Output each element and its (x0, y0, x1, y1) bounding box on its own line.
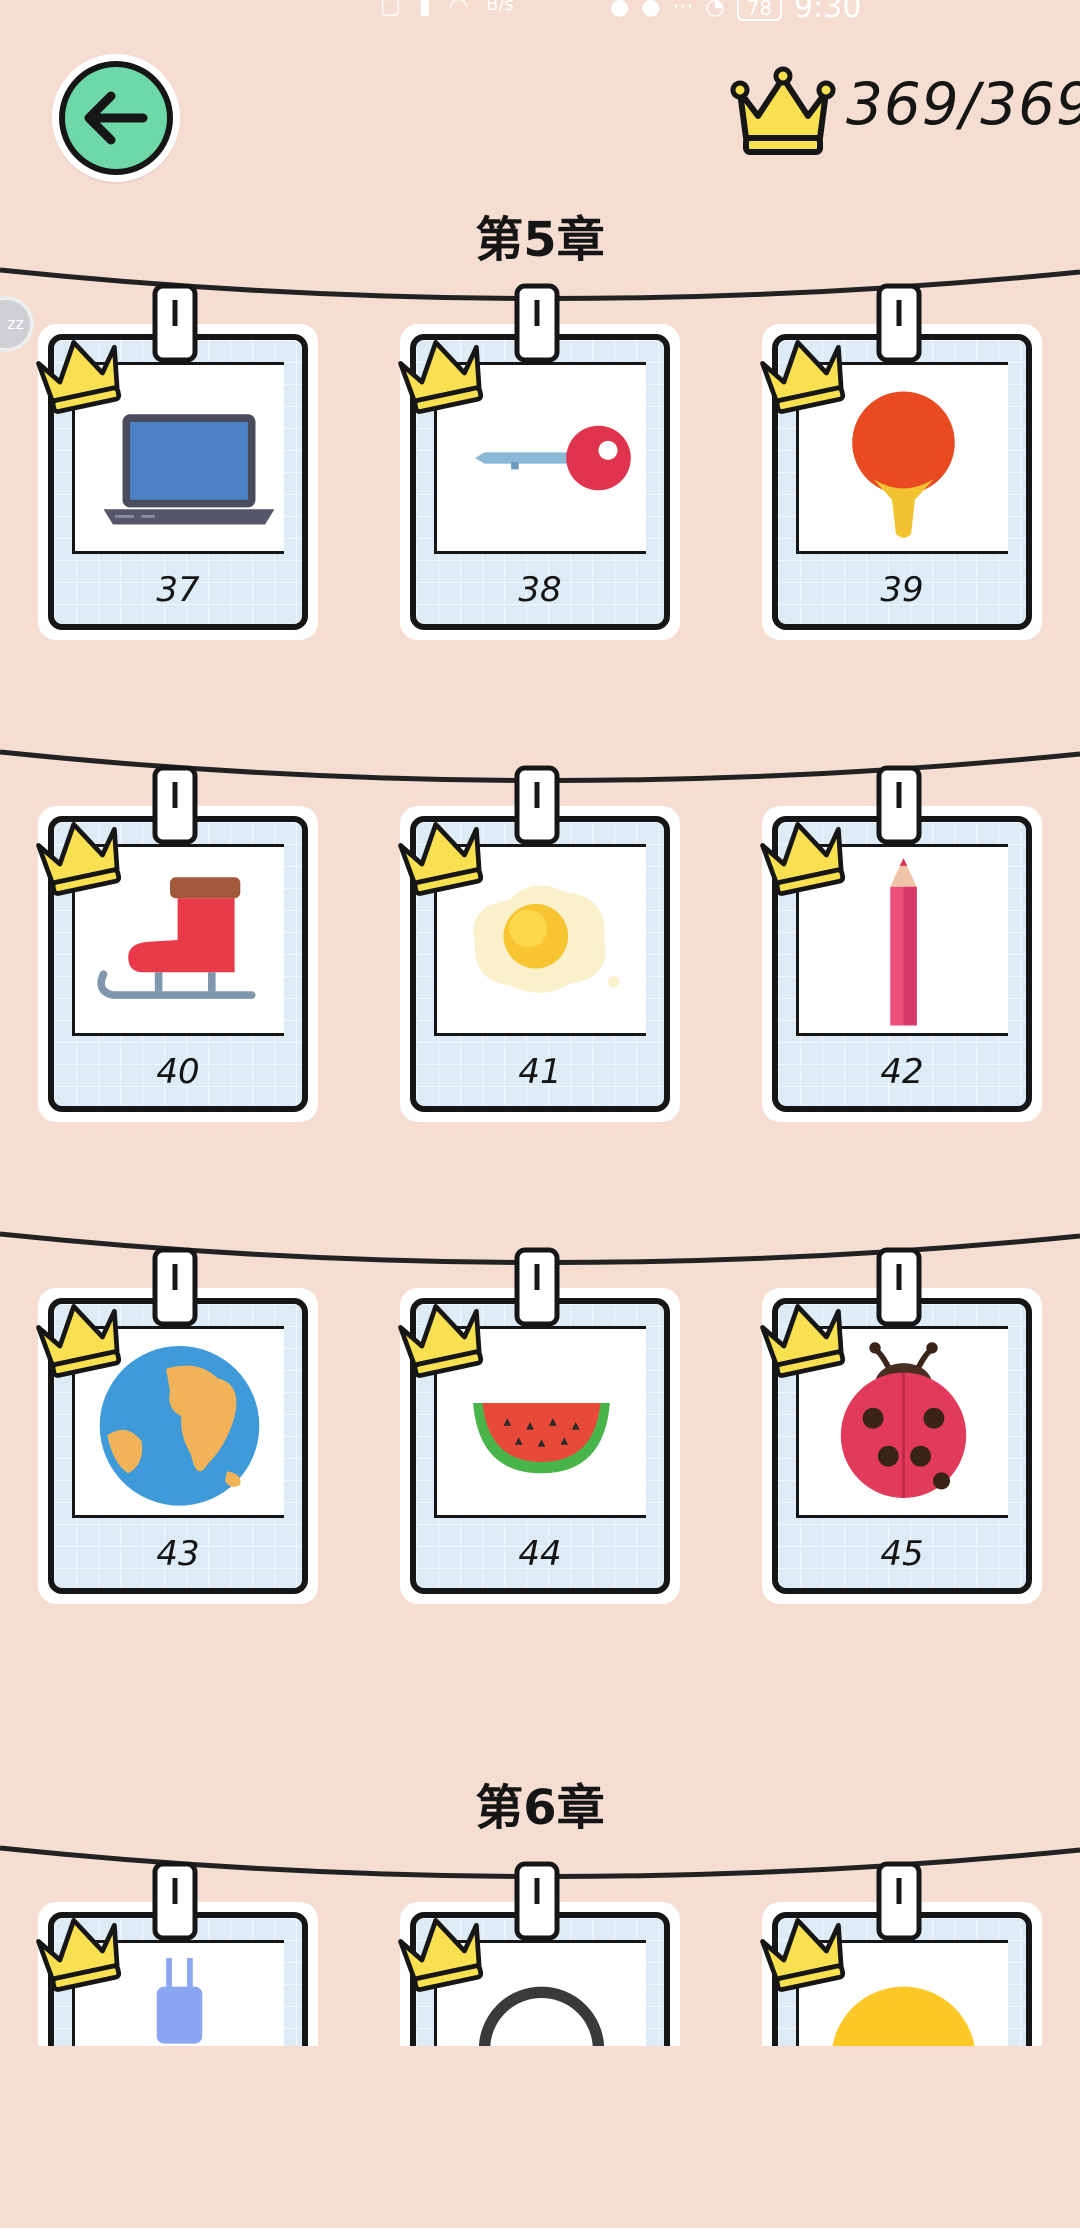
level-card-41[interactable]: 41 (398, 765, 680, 1122)
paper-clip-icon (876, 1861, 922, 1941)
score-counter: 369/369 (846, 70, 1080, 138)
paper-clip-icon (152, 765, 198, 845)
battery-indicator: 78 (736, 0, 783, 21)
crown-icon (398, 1304, 484, 1378)
crown-icon (36, 1304, 122, 1378)
level-number: 41 (518, 1052, 562, 1092)
crown-icon (760, 1918, 846, 1992)
crown-icon (730, 66, 836, 155)
level-card-45[interactable]: 45 (760, 1247, 1042, 1604)
hd-icon: ▢ (380, 0, 401, 19)
back-button[interactable] (52, 54, 180, 182)
crown-icon (398, 822, 484, 896)
paper-clip-icon (152, 1247, 198, 1327)
level-number: 45 (880, 1534, 924, 1574)
crown-icon (398, 340, 484, 414)
chapter-title: 第6章 (475, 1780, 605, 1836)
clock: 9:30 (794, 0, 862, 25)
alarm-icon: ◔ (705, 0, 725, 20)
message-icon: ● (641, 0, 661, 20)
more-icon: ··· (672, 0, 694, 20)
paper-clip-icon (152, 1861, 198, 1941)
paper-clip-icon (514, 765, 560, 845)
paper-clip-icon (876, 765, 922, 845)
signal-icon: ▮ (418, 0, 431, 19)
crown-icon (36, 822, 122, 896)
level-card-40[interactable]: 40 (36, 765, 318, 1122)
level-number: 43 (156, 1534, 200, 1574)
notification-icon: ● (610, 0, 630, 20)
paper-clip-icon (876, 1247, 922, 1327)
level-number: 39 (880, 570, 924, 610)
paper-clip-icon (152, 283, 198, 363)
paper-clip-icon (514, 1861, 560, 1941)
level-card-38[interactable]: 38 (398, 283, 680, 640)
level-card-39[interactable]: 39 (760, 283, 1042, 640)
crown-icon (760, 822, 846, 896)
paper-clip-icon (514, 1247, 560, 1327)
level-number: 38 (518, 570, 562, 610)
level-number: 37 (156, 570, 200, 610)
arrow-left-icon (84, 91, 148, 145)
level-card-43[interactable]: 43 (36, 1247, 318, 1604)
paper-clip-icon (514, 283, 560, 363)
crown-icon (398, 1918, 484, 1992)
crown-icon (36, 340, 122, 414)
crown-icon (36, 1918, 122, 1992)
wifi-icon: ◠ (448, 0, 469, 19)
level-number: 40 (156, 1052, 200, 1092)
bottom-area (0, 2046, 1080, 2228)
paper-clip-icon (876, 283, 922, 363)
crown-icon (760, 340, 846, 414)
level-number: 42 (880, 1052, 924, 1092)
level-number: 44 (518, 1534, 562, 1574)
level-card-37[interactable]: 37 (36, 283, 318, 640)
level-card-42[interactable]: 42 (760, 765, 1042, 1122)
network-speed: B/s (486, 0, 514, 15)
crown-icon (760, 1304, 846, 1378)
status-bar: ▢ ▮ ◠ B/s ● ● ··· ◔ 78 9:30 (0, 0, 1080, 30)
level-card-44[interactable]: 44 (398, 1247, 680, 1604)
